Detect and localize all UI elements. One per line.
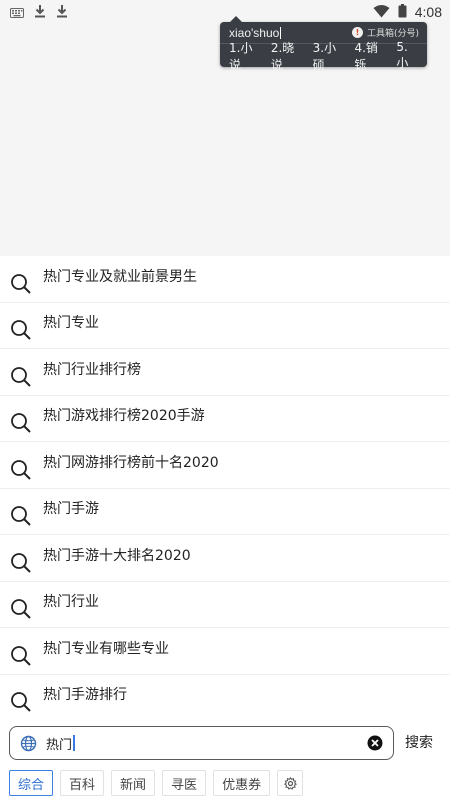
ime-candidate-list: 1.小说 2.晓说 3.小硕 4.销铄 5.小 — [220, 40, 427, 72]
ime-candidate[interactable]: 2.晓说 — [271, 39, 304, 73]
suggestion-text: 热门手游排行 — [43, 687, 127, 704]
search-input[interactable]: 热门 — [46, 734, 367, 753]
toolbox-icon: ! — [351, 27, 363, 38]
search-icon — [10, 273, 32, 295]
suggestion-text: 热门行业排行榜 — [43, 361, 141, 378]
suggestion-item[interactable]: 热门手游十大排名2020 — [0, 535, 450, 582]
ime-candidate[interactable]: 1.小说 — [229, 39, 262, 73]
suggestion-item[interactable]: 热门专业 — [0, 303, 450, 349]
suggestion-item[interactable]: 热门行业排行榜 — [0, 349, 450, 396]
suggestion-item[interactable]: 热门手游排行 — [0, 675, 450, 721]
suggestion-list: 热门专业及就业前景男生 热门专业热门行业排行榜热门游戏排行榜2020手游 热门网游排… — [0, 256, 450, 721]
tab-4[interactable]: 优惠券 — [213, 770, 271, 796]
ime-candidate[interactable]: 5.小 — [396, 40, 418, 71]
gear-icon[interactable] — [277, 770, 304, 796]
search-icon — [10, 459, 32, 481]
search-icon — [10, 505, 32, 527]
search-icon — [10, 412, 32, 434]
ime-toolbox-label: 工具箱(分号) — [366, 29, 419, 39]
status-bar: 4:08 — [0, 0, 450, 24]
search-bar: 热门 搜索 — [0, 720, 450, 766]
ime-candidate[interactable]: 4.销铄 — [354, 39, 387, 73]
keyboard-icon — [10, 3, 24, 22]
tab-1[interactable]: 百科 — [60, 770, 105, 796]
search-button[interactable]: 搜索 — [405, 732, 433, 752]
wifi-icon — [373, 3, 390, 22]
search-icon — [10, 598, 32, 620]
tab-0[interactable]: 综合 — [9, 770, 54, 796]
search-icon — [10, 366, 32, 388]
suggestion-text: 热门网游排行榜前十名2020 — [43, 454, 219, 471]
globe-icon — [20, 735, 37, 752]
search-icon — [10, 691, 32, 713]
suggestion-text: 热门专业及就业前景男生 — [43, 268, 197, 285]
suggestion-item[interactable]: 热门网游排行榜前十名2020 — [0, 442, 450, 489]
search-icon — [10, 645, 32, 667]
suggestion-item[interactable]: 热门专业有哪些专业 — [0, 628, 450, 675]
search-box[interactable]: 热门 — [9, 726, 394, 760]
download-icon — [34, 3, 46, 22]
download-icon — [56, 3, 68, 22]
category-tabs: 综合 百科 新闻 寻医 优惠券 — [0, 766, 450, 800]
search-icon — [10, 319, 32, 341]
suggestion-item[interactable]: 热门游戏排行榜2020手游 — [0, 396, 450, 442]
tab-2[interactable]: 新闻 — [111, 770, 156, 796]
suggestion-text: 热门手游 — [43, 501, 99, 518]
ime-candidate[interactable]: 3.小硕 — [313, 39, 346, 73]
ime-pinyin-composition: xiao'shuo — [229, 25, 282, 40]
clock: 4:08 — [414, 4, 442, 20]
search-icon — [10, 552, 32, 574]
suggestion-item[interactable]: 热门专业及就业前景男生 — [0, 256, 450, 303]
suggestion-text: 热门游戏排行榜2020手游 — [43, 408, 205, 425]
suggestion-item[interactable]: 热门手游 — [0, 489, 450, 535]
suggestion-text: 热门专业 — [43, 315, 99, 332]
suggestion-text: 热门专业有哪些专业 — [43, 640, 169, 657]
ime-candidate-popup: xiao'shuo ! 工具箱(分号) 1.小说 2.晓说 3.小硕 4.销铄 5.小 — [220, 16, 427, 72]
suggestion-text: 热门行业 — [43, 594, 99, 611]
battery-icon — [398, 3, 407, 22]
tab-3[interactable]: 寻医 — [162, 770, 207, 796]
ime-toolbox-button[interactable]: ! 工具箱(分号) — [351, 26, 419, 39]
suggestion-text: 热门手游十大排名2020 — [43, 547, 191, 564]
clear-icon[interactable] — [367, 735, 383, 751]
suggestion-item[interactable]: 热门行业 — [0, 582, 450, 628]
